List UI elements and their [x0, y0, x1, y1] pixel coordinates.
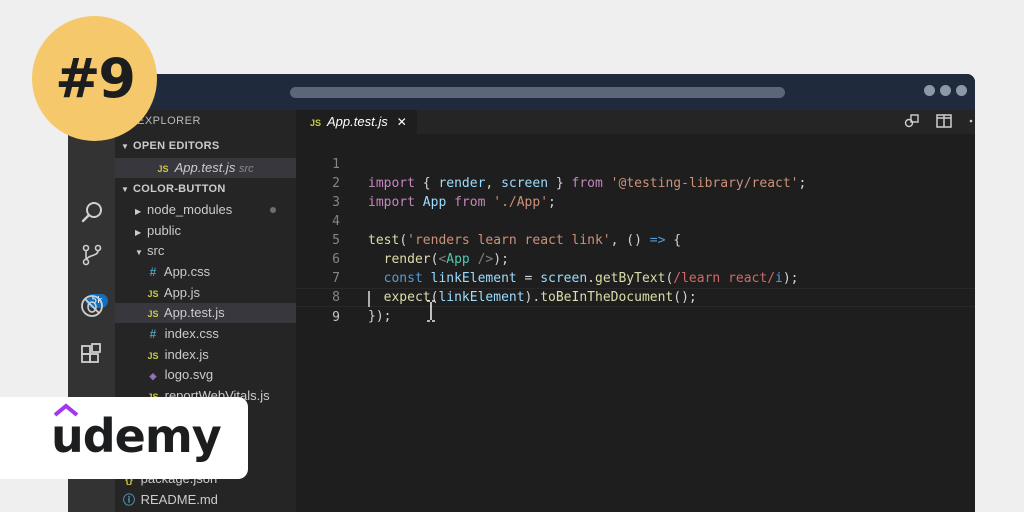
dot-icon: [924, 85, 935, 96]
code-line: 5 render(<App />);: [296, 212, 975, 267]
css-file-icon: #: [149, 265, 157, 279]
code-line: 1 import { render, screen } from '@testi…: [296, 136, 975, 191]
svg-file-icon: ◈: [149, 371, 157, 381]
js-file-icon: JS: [310, 118, 322, 128]
open-editor-name: App.test.js: [174, 160, 236, 175]
tab-label: App.test.js: [327, 114, 388, 129]
chevron-down-icon: ▼: [121, 185, 130, 194]
open-editors-label: OPEN EDITORS: [133, 140, 220, 152]
tab-app-test-js[interactable]: JS App.test.js ✕: [296, 110, 417, 134]
tree-item-label: App.test.js: [163, 305, 225, 320]
chevron-down-icon: ▼: [121, 142, 130, 151]
text-caret: [368, 291, 370, 307]
dot-icon: [940, 85, 951, 96]
episode-badge: #9: [32, 16, 157, 141]
project-label: COLOR-BUTTON: [133, 183, 226, 195]
tree-item-label: public: [147, 223, 181, 238]
tree-item-logo-svg[interactable]: ◈ logo.svg: [115, 365, 296, 385]
tree-item-label: App.css: [163, 264, 211, 279]
split-compare-icon[interactable]: [903, 112, 921, 130]
code-editor[interactable]: 1 import { render, screen } from '@testi…: [296, 134, 975, 512]
code-line: 4 test('renders learn react link', () =>…: [296, 193, 975, 248]
modified-dot-icon: [270, 207, 276, 213]
js-file-icon: JS: [147, 351, 159, 361]
text-cursor-icon: [427, 300, 435, 322]
debug-icon[interactable]: [80, 294, 104, 318]
tree-item-app-test-js[interactable]: JS App.test.js: [115, 303, 296, 323]
tree-item-readme[interactable]: ⓘ README.md: [115, 490, 296, 510]
tree-item-index-css[interactable]: # index.css: [115, 324, 296, 344]
dot-icon: [956, 85, 967, 96]
address-bar[interactable]: [290, 87, 785, 98]
tree-item-label: node_modules: [147, 202, 233, 217]
more-actions-icon[interactable]: [967, 112, 975, 130]
tree-item-app-css[interactable]: # App.css: [115, 262, 296, 282]
code-text: });: [368, 309, 392, 324]
tree-item-label: App.js: [163, 285, 201, 300]
chevron-right-icon: ▶: [135, 207, 142, 216]
tree-item-label: logo.svg: [164, 367, 214, 382]
chevron-right-icon: ▶: [135, 228, 142, 237]
code-line: 6 const linkElement = screen.getByText(/…: [296, 231, 975, 286]
source-control-icon[interactable]: [80, 243, 104, 267]
tree-item-app-js[interactable]: JS App.js: [115, 283, 296, 303]
css-file-icon: #: [149, 327, 157, 341]
js-file-icon: JS: [147, 289, 159, 299]
tree-item-label: index.css: [164, 326, 219, 341]
code-line-current: 9: [296, 288, 975, 325]
split-editor-icon[interactable]: [935, 112, 953, 130]
close-icon[interactable]: ✕: [397, 115, 407, 129]
tree-item-src[interactable]: ▼ src: [115, 241, 296, 261]
tree-item-public[interactable]: ▶ public: [115, 221, 296, 241]
open-editor-item[interactable]: JS App.test.js src: [115, 158, 296, 178]
tab-bar: JS App.test.js ✕: [296, 110, 975, 134]
editor-actions: [903, 112, 975, 130]
explorer-title: EXPLORER: [137, 115, 201, 127]
code-line: 2 import App from './App';: [296, 155, 975, 210]
tree-item-node-modules[interactable]: ▶ node_modules: [115, 200, 296, 220]
extensions-icon[interactable]: [80, 341, 104, 365]
tree-item-label: src: [147, 243, 165, 258]
udemy-logo-card: udemy: [0, 397, 248, 479]
tree-item-label: README.md: [140, 492, 218, 507]
udemy-logo-text: udemy: [51, 409, 222, 463]
open-editor-path: src: [238, 163, 254, 175]
open-editors-header[interactable]: ▼ OPEN EDITORS: [121, 140, 220, 152]
tree-item-label: index.js: [164, 347, 209, 362]
code-line: 8 });: [296, 269, 975, 324]
search-icon[interactable]: [80, 200, 104, 224]
tree-item-index-js[interactable]: JS index.js: [115, 345, 296, 365]
chevron-down-icon: ▼: [135, 248, 143, 257]
code-line: 3: [296, 174, 975, 210]
window-menu[interactable]: [924, 85, 967, 96]
js-file-icon: JS: [147, 309, 159, 319]
info-icon: ⓘ: [122, 493, 135, 507]
line-number: 9: [332, 310, 340, 325]
title-bar: [68, 74, 975, 110]
js-file-icon: JS: [157, 164, 169, 174]
project-header[interactable]: ▼ COLOR-BUTTON: [121, 183, 226, 195]
code-line: 7 expect(linkElement).toBeInTheDocument(…: [296, 250, 975, 305]
